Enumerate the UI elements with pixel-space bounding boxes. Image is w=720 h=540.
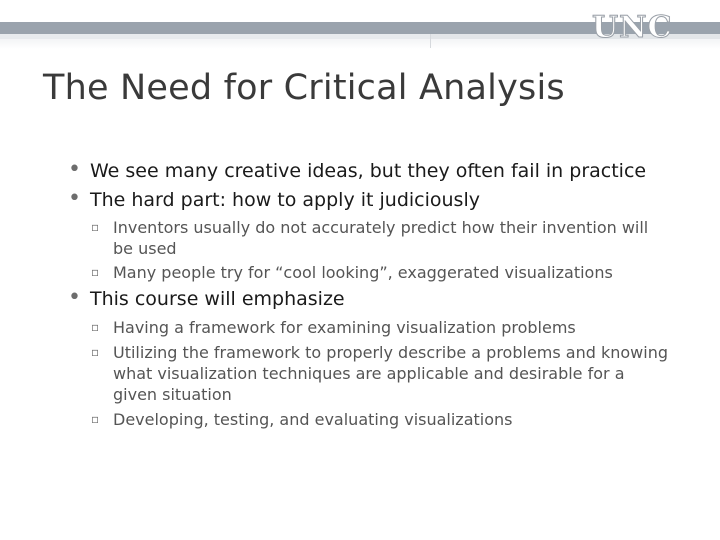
bullet-icon: • [68, 157, 81, 182]
sub-bullet-text: Having a framework for examining visuali… [113, 318, 576, 337]
sub-bullet-text: Developing, testing, and evaluating visu… [113, 410, 513, 429]
sub-bullet-item: ▫ Inventors usually do not accurately pr… [91, 217, 673, 259]
bullet-item: • We see many creative ideas, but they o… [68, 157, 647, 182]
sub-bullet-icon: ▫ [91, 220, 100, 234]
sub-bullet-item: ▫ Many people try for “cool looking”, ex… [91, 262, 673, 283]
unc-logo: UNC [591, 10, 673, 46]
sub-bullet-icon: ▫ [91, 320, 100, 334]
sub-bullet-item: ▫ Utilizing the framework to properly de… [91, 342, 673, 405]
bullet-text: This course will emphasize [90, 288, 345, 310]
sub-bullet-text: Many people try for “cool looking”, exag… [113, 263, 613, 282]
sub-bullet-text: Utilizing the framework to properly desc… [113, 343, 669, 404]
sub-bullet-icon: ▫ [91, 412, 100, 426]
sub-bullet-item: ▫ Developing, testing, and evaluating vi… [91, 409, 673, 430]
slide: UNC The Need for Critical Analysis • We … [0, 0, 720, 540]
header-divider [430, 34, 431, 48]
sub-bullet-item: ▫ Having a framework for examining visua… [91, 317, 673, 338]
slide-title: The Need for Critical Analysis [43, 68, 565, 108]
bullet-icon: • [68, 186, 81, 211]
bullet-text: We see many creative ideas, but they oft… [90, 160, 647, 182]
bullet-icon: • [68, 285, 81, 310]
bullet-item: • The hard part: how to apply it judicio… [68, 186, 480, 211]
bullet-text: The hard part: how to apply it judicious… [90, 189, 480, 211]
sub-bullet-icon: ▫ [91, 345, 100, 359]
sub-bullet-icon: ▫ [91, 265, 100, 279]
sub-bullet-text: Inventors usually do not accurately pred… [113, 218, 649, 258]
bullet-item: • This course will emphasize [68, 285, 345, 310]
